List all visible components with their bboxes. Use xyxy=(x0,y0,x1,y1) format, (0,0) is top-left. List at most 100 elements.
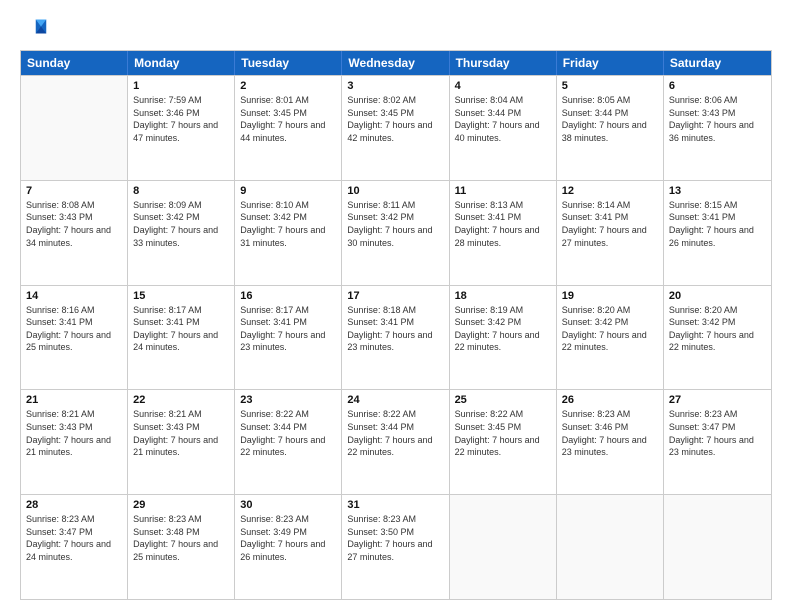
day-number: 30 xyxy=(240,499,336,511)
day-info: Sunrise: 8:14 AM Sunset: 3:41 PM Dayligh… xyxy=(562,199,658,249)
day-info: Sunrise: 8:20 AM Sunset: 3:42 PM Dayligh… xyxy=(562,304,658,354)
calendar-day-30: 30 Sunrise: 8:23 AM Sunset: 3:49 PM Dayli… xyxy=(235,495,342,599)
day-number: 11 xyxy=(455,185,551,197)
day-info: Sunrise: 8:21 AM Sunset: 3:43 PM Dayligh… xyxy=(133,408,229,458)
day-info: Sunrise: 8:23 AM Sunset: 3:47 PM Dayligh… xyxy=(26,513,122,563)
day-info: Sunrise: 8:19 AM Sunset: 3:42 PM Dayligh… xyxy=(455,304,551,354)
day-info: Sunrise: 8:23 AM Sunset: 3:48 PM Dayligh… xyxy=(133,513,229,563)
calendar-header: SundayMondayTuesdayWednesdayThursdayFrid… xyxy=(21,51,771,75)
day-number: 9 xyxy=(240,185,336,197)
day-info: Sunrise: 8:23 AM Sunset: 3:47 PM Dayligh… xyxy=(669,408,766,458)
day-info: Sunrise: 8:06 AM Sunset: 3:43 PM Dayligh… xyxy=(669,94,766,144)
day-number: 16 xyxy=(240,290,336,302)
day-info: Sunrise: 8:13 AM Sunset: 3:41 PM Dayligh… xyxy=(455,199,551,249)
calendar-day-16: 16 Sunrise: 8:17 AM Sunset: 3:41 PM Dayli… xyxy=(235,286,342,390)
day-info: Sunrise: 8:10 AM Sunset: 3:42 PM Dayligh… xyxy=(240,199,336,249)
day-info: Sunrise: 8:22 AM Sunset: 3:44 PM Dayligh… xyxy=(240,408,336,458)
header-day-tuesday: Tuesday xyxy=(235,51,342,75)
day-number: 19 xyxy=(562,290,658,302)
day-info: Sunrise: 8:16 AM Sunset: 3:41 PM Dayligh… xyxy=(26,304,122,354)
calendar-day-28: 28 Sunrise: 8:23 AM Sunset: 3:47 PM Dayli… xyxy=(21,495,128,599)
logo-icon xyxy=(20,16,48,44)
calendar-empty-cell xyxy=(450,495,557,599)
calendar-day-3: 3Sunrise: 8:02 AM Sunset: 3:45 PM Daylig… xyxy=(342,76,449,180)
calendar-day-20: 20Sunrise: 8:20 AM Sunset: 3:42 PM Dayli… xyxy=(664,286,771,390)
day-number: 25 xyxy=(455,394,551,406)
calendar-day-21: 21 Sunrise: 8:21 AM Sunset: 3:43 PM Dayli… xyxy=(21,390,128,494)
calendar-day-11: 11 Sunrise: 8:13 AM Sunset: 3:41 PM Dayli… xyxy=(450,181,557,285)
day-number: 17 xyxy=(347,290,443,302)
calendar-empty-cell xyxy=(557,495,664,599)
calendar-day-6: 6 Sunrise: 8:06 AM Sunset: 3:43 PM Daylig… xyxy=(664,76,771,180)
day-info: Sunrise: 8:15 AM Sunset: 3:41 PM Dayligh… xyxy=(669,199,766,249)
calendar-day-31: 31 Sunrise: 8:23 AM Sunset: 3:50 PM Dayli… xyxy=(342,495,449,599)
day-number: 1 xyxy=(133,80,229,92)
day-info: Sunrise: 8:05 AM Sunset: 3:44 PM Dayligh… xyxy=(562,94,658,144)
calendar-day-15: 15Sunrise: 8:17 AM Sunset: 3:41 PM Dayli… xyxy=(128,286,235,390)
calendar-day-13: 13 Sunrise: 8:15 AM Sunset: 3:41 PM Dayli… xyxy=(664,181,771,285)
day-info: Sunrise: 8:01 AM Sunset: 3:45 PM Dayligh… xyxy=(240,94,336,144)
header-day-saturday: Saturday xyxy=(664,51,771,75)
calendar-day-10: 10Sunrise: 8:11 AM Sunset: 3:42 PM Dayli… xyxy=(342,181,449,285)
day-number: 18 xyxy=(455,290,551,302)
calendar-empty-cell xyxy=(664,495,771,599)
calendar-day-18: 18 Sunrise: 8:19 AM Sunset: 3:42 PM Dayli… xyxy=(450,286,557,390)
day-info: Sunrise: 8:23 AM Sunset: 3:46 PM Dayligh… xyxy=(562,408,658,458)
day-number: 12 xyxy=(562,185,658,197)
calendar-day-5: 5 Sunrise: 8:05 AM Sunset: 3:44 PM Daylig… xyxy=(557,76,664,180)
day-info: Sunrise: 7:59 AM Sunset: 3:46 PM Dayligh… xyxy=(133,94,229,144)
day-info: Sunrise: 8:09 AM Sunset: 3:42 PM Dayligh… xyxy=(133,199,229,249)
day-info: Sunrise: 8:22 AM Sunset: 3:44 PM Dayligh… xyxy=(347,408,443,458)
page-header xyxy=(20,16,772,44)
day-info: Sunrise: 8:08 AM Sunset: 3:43 PM Dayligh… xyxy=(26,199,122,249)
day-number: 22 xyxy=(133,394,229,406)
day-number: 5 xyxy=(562,80,658,92)
day-number: 7 xyxy=(26,185,122,197)
calendar-day-17: 17 Sunrise: 8:18 AM Sunset: 3:41 PM Dayli… xyxy=(342,286,449,390)
calendar-page: SundayMondayTuesdayWednesdayThursdayFrid… xyxy=(0,0,792,612)
day-number: 10 xyxy=(347,185,443,197)
header-day-wednesday: Wednesday xyxy=(342,51,449,75)
day-info: Sunrise: 8:18 AM Sunset: 3:41 PM Dayligh… xyxy=(347,304,443,354)
calendar-day-24: 24 Sunrise: 8:22 AM Sunset: 3:44 PM Dayli… xyxy=(342,390,449,494)
day-number: 21 xyxy=(26,394,122,406)
day-info: Sunrise: 8:17 AM Sunset: 3:41 PM Dayligh… xyxy=(240,304,336,354)
day-number: 6 xyxy=(669,80,766,92)
header-day-thursday: Thursday xyxy=(450,51,557,75)
day-number: 3 xyxy=(347,80,443,92)
calendar-week-5: 28 Sunrise: 8:23 AM Sunset: 3:47 PM Dayli… xyxy=(21,494,771,599)
calendar-day-8: 8 Sunrise: 8:09 AM Sunset: 3:42 PM Daylig… xyxy=(128,181,235,285)
calendar-day-14: 14Sunrise: 8:16 AM Sunset: 3:41 PM Dayli… xyxy=(21,286,128,390)
day-info: Sunrise: 8:04 AM Sunset: 3:44 PM Dayligh… xyxy=(455,94,551,144)
day-number: 26 xyxy=(562,394,658,406)
calendar-day-19: 19 Sunrise: 8:20 AM Sunset: 3:42 PM Dayli… xyxy=(557,286,664,390)
calendar-week-1: 1 Sunrise: 7:59 AM Sunset: 3:46 PM Daylig… xyxy=(21,75,771,180)
day-info: Sunrise: 8:23 AM Sunset: 3:49 PM Dayligh… xyxy=(240,513,336,563)
day-number: 2 xyxy=(240,80,336,92)
day-number: 31 xyxy=(347,499,443,511)
calendar-body: 1 Sunrise: 7:59 AM Sunset: 3:46 PM Daylig… xyxy=(21,75,771,599)
calendar-day-29: 29Sunrise: 8:23 AM Sunset: 3:48 PM Dayli… xyxy=(128,495,235,599)
day-number: 23 xyxy=(240,394,336,406)
day-number: 8 xyxy=(133,185,229,197)
day-info: Sunrise: 8:23 AM Sunset: 3:50 PM Dayligh… xyxy=(347,513,443,563)
calendar-day-1: 1 Sunrise: 7:59 AM Sunset: 3:46 PM Daylig… xyxy=(128,76,235,180)
calendar-day-25: 25Sunrise: 8:22 AM Sunset: 3:45 PM Dayli… xyxy=(450,390,557,494)
day-number: 13 xyxy=(669,185,766,197)
day-number: 28 xyxy=(26,499,122,511)
calendar-empty-cell xyxy=(21,76,128,180)
calendar-day-4: 4 Sunrise: 8:04 AM Sunset: 3:44 PM Daylig… xyxy=(450,76,557,180)
calendar-week-3: 14Sunrise: 8:16 AM Sunset: 3:41 PM Dayli… xyxy=(21,285,771,390)
day-info: Sunrise: 8:21 AM Sunset: 3:43 PM Dayligh… xyxy=(26,408,122,458)
calendar: SundayMondayTuesdayWednesdayThursdayFrid… xyxy=(20,50,772,600)
day-number: 24 xyxy=(347,394,443,406)
day-info: Sunrise: 8:20 AM Sunset: 3:42 PM Dayligh… xyxy=(669,304,766,354)
calendar-day-27: 27Sunrise: 8:23 AM Sunset: 3:47 PM Dayli… xyxy=(664,390,771,494)
header-day-sunday: Sunday xyxy=(21,51,128,75)
calendar-day-22: 22 Sunrise: 8:21 AM Sunset: 3:43 PM Dayli… xyxy=(128,390,235,494)
calendar-week-4: 21 Sunrise: 8:21 AM Sunset: 3:43 PM Dayli… xyxy=(21,389,771,494)
day-number: 15 xyxy=(133,290,229,302)
calendar-day-23: 23 Sunrise: 8:22 AM Sunset: 3:44 PM Dayli… xyxy=(235,390,342,494)
calendar-day-26: 26 Sunrise: 8:23 AM Sunset: 3:46 PM Dayli… xyxy=(557,390,664,494)
day-number: 4 xyxy=(455,80,551,92)
